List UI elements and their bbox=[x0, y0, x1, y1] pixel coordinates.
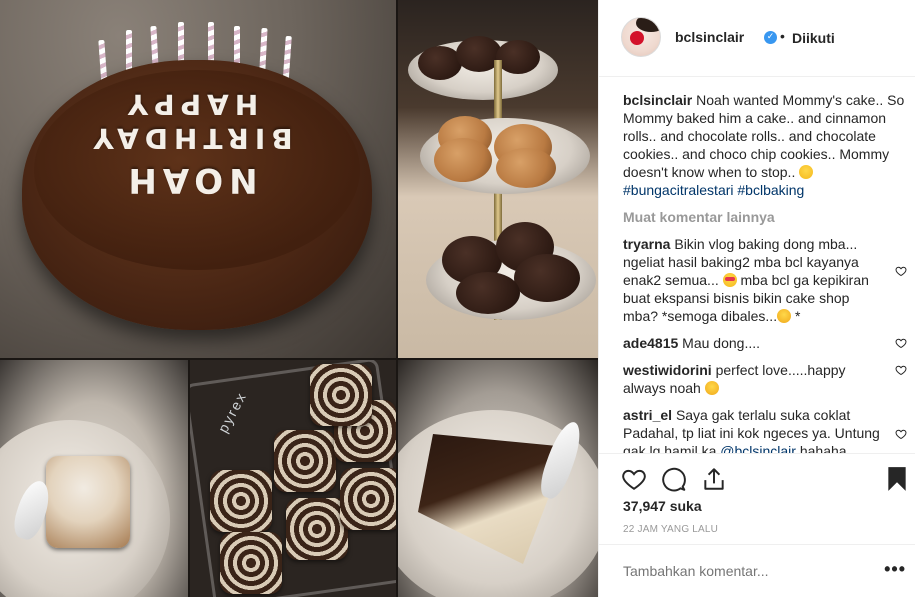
follow-button[interactable]: Diikuti bbox=[792, 30, 835, 46]
heart-icon[interactable] bbox=[621, 466, 647, 492]
like-comment-heart-icon[interactable] bbox=[895, 265, 907, 277]
comment-text-end: * bbox=[794, 308, 801, 324]
pie-slice-photo bbox=[398, 360, 598, 597]
comment-username[interactable]: tryarna bbox=[623, 236, 670, 252]
bookmark-icon[interactable] bbox=[886, 466, 908, 492]
comment-item: westiwidorini perfect love.....happy alw… bbox=[623, 361, 907, 397]
load-more-comments[interactable]: Muat komentar lainnya bbox=[623, 208, 907, 226]
add-comment-bar: ••• bbox=[599, 544, 915, 597]
comments-list[interactable]: bclsinclair Noah wanted Mommy's cake.. S… bbox=[623, 91, 907, 453]
comment-mention[interactable]: @bclsinclair bbox=[720, 443, 796, 453]
comment-text: Mau dong.... bbox=[682, 335, 760, 351]
post-image[interactable]: HAPPY BIRTHDAY NOAH pyrex bbox=[0, 0, 598, 597]
comment-item: ade4815 Mau dong.... bbox=[623, 334, 907, 352]
smile-emoji-icon bbox=[777, 309, 792, 323]
action-bar bbox=[599, 453, 915, 492]
like-comment-heart-icon[interactable] bbox=[895, 428, 907, 440]
cinnamon-roll-photo bbox=[0, 360, 188, 597]
more-icon[interactable]: ••• bbox=[884, 559, 906, 580]
share-icon[interactable] bbox=[701, 466, 727, 492]
comment-item: astri_el Saya gak terlalu suka coklat Pa… bbox=[623, 406, 907, 453]
comment-text-end: hahaha bbox=[799, 443, 847, 453]
comment-username[interactable]: astri_el bbox=[623, 407, 672, 423]
caption-username[interactable]: bclsinclair bbox=[623, 92, 692, 108]
comment-username[interactable]: ade4815 bbox=[623, 335, 678, 351]
add-comment-input[interactable] bbox=[623, 563, 863, 579]
like-comment-heart-icon[interactable] bbox=[895, 364, 907, 376]
kiss-emoji-icon bbox=[704, 381, 719, 395]
comment-icon[interactable] bbox=[661, 466, 687, 492]
cookie-stand-photo bbox=[398, 0, 598, 358]
comment-item: tryarna Bikin vlog baking dong mba... ng… bbox=[623, 235, 907, 325]
chocolate-rolls-photo: pyrex bbox=[190, 360, 396, 597]
heart-eyes-emoji-icon bbox=[722, 273, 737, 287]
post-panel: bclsinclair ✓ • Diikuti bclsinclair Noah… bbox=[598, 0, 915, 597]
header-username[interactable]: bclsinclair bbox=[675, 29, 744, 45]
cake-photo: HAPPY BIRTHDAY NOAH bbox=[0, 0, 396, 358]
avatar[interactable] bbox=[621, 17, 661, 57]
caption-hashtags[interactable]: #bungacitralestari #bclbaking bbox=[623, 182, 804, 198]
cake-text-birthday: BIRTHDAY bbox=[87, 122, 293, 155]
post-header: bclsinclair ✓ • Diikuti bbox=[599, 0, 915, 77]
comment-username[interactable]: westiwidorini bbox=[623, 362, 712, 378]
like-comment-heart-icon[interactable] bbox=[895, 337, 907, 349]
laughing-emoji-icon bbox=[799, 165, 814, 179]
separator: • bbox=[780, 28, 785, 44]
likes-count[interactable]: 37,947 suka bbox=[623, 498, 702, 514]
verified-icon: ✓ bbox=[764, 31, 777, 44]
cake-text-happy: HAPPY bbox=[121, 88, 259, 121]
timestamp[interactable]: 22 JAM YANG LALU bbox=[623, 524, 718, 535]
cake-text-noah: NOAH bbox=[122, 160, 258, 200]
caption: bclsinclair Noah wanted Mommy's cake.. S… bbox=[623, 91, 907, 199]
